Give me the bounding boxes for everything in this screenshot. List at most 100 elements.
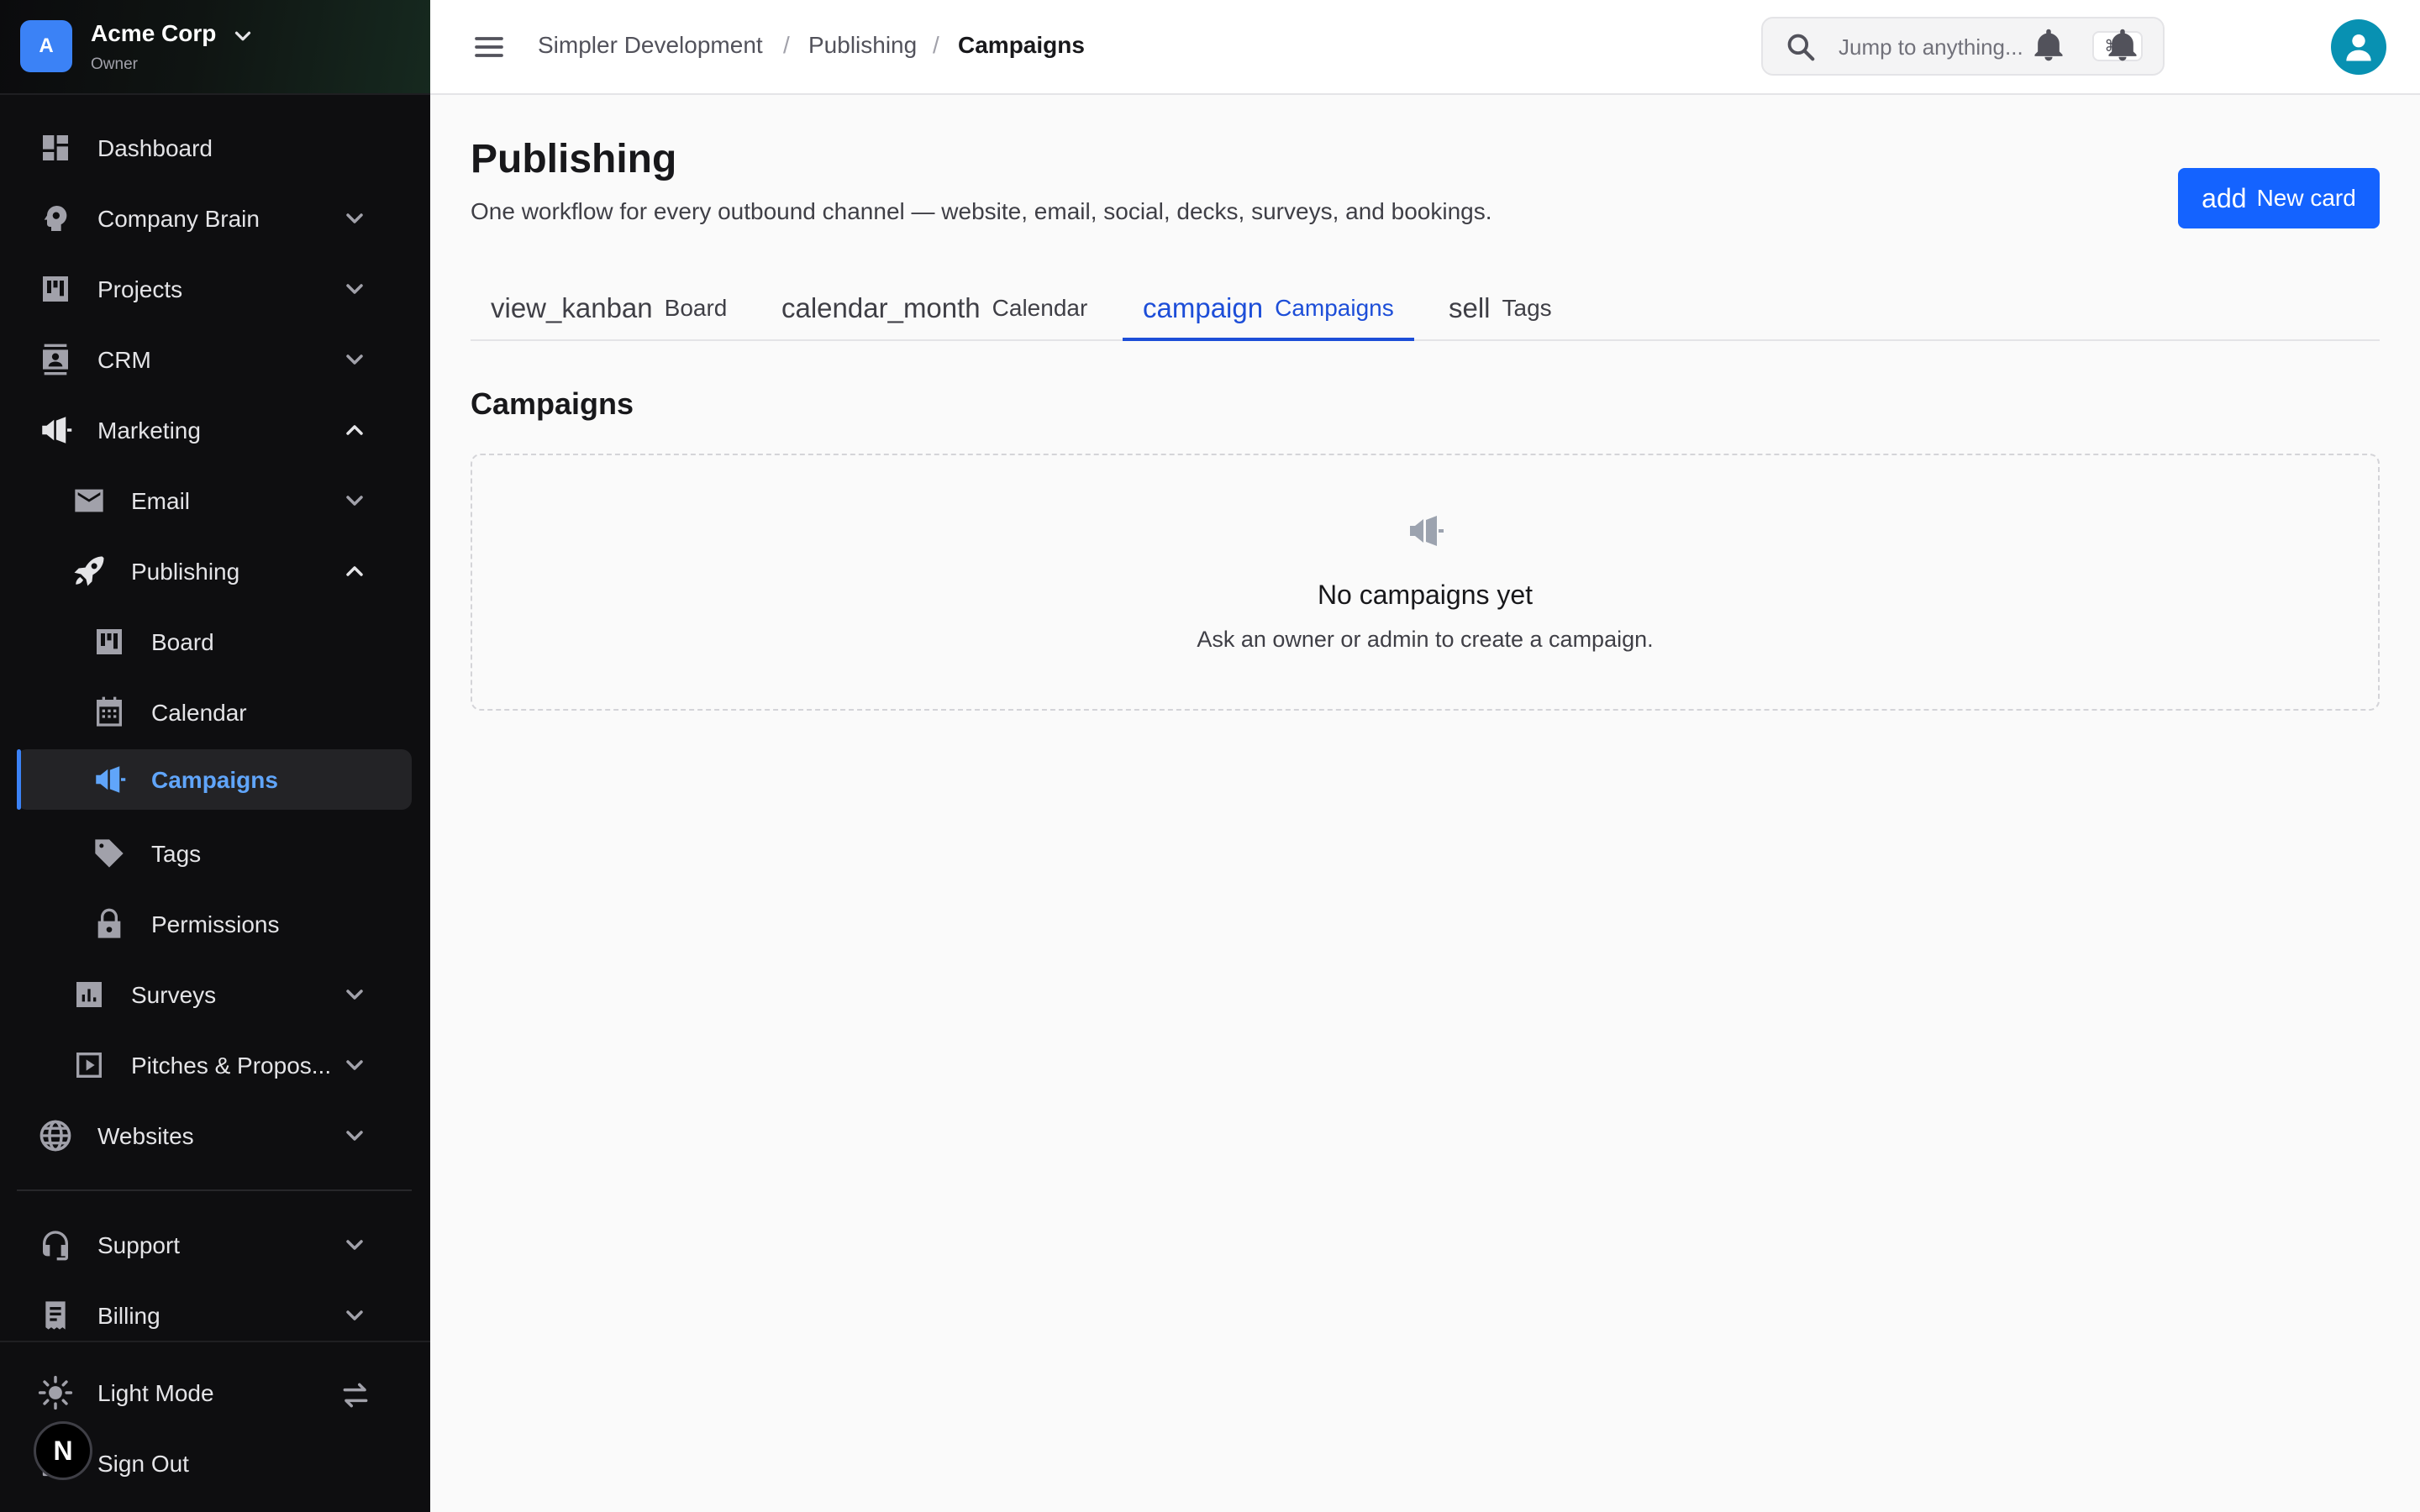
sidebar-item-pitches[interactable]: Pitches & Propos... bbox=[17, 1035, 412, 1095]
megaphone-icon bbox=[91, 761, 128, 798]
breadcrumb-item[interactable]: Simpler Development bbox=[538, 32, 763, 59]
sidebar-item-company-brain[interactable]: Company Brain bbox=[17, 188, 412, 249]
calendar-icon: calendar_month bbox=[781, 292, 981, 323]
new-card-button[interactable]: add New card bbox=[2178, 168, 2380, 228]
breadcrumb-separator: / bbox=[933, 32, 939, 58]
receipt-icon bbox=[37, 1297, 74, 1334]
sidebar-item-label: Company Brain bbox=[97, 206, 260, 232]
dashboard-icon bbox=[37, 129, 74, 166]
sign-out-label: Sign Out bbox=[97, 1451, 189, 1477]
sidebar-item-label: Email bbox=[131, 488, 191, 514]
search-input[interactable]: Jump to anything... bbox=[1839, 34, 2023, 60]
contacts-icon bbox=[37, 341, 74, 378]
sun-icon bbox=[37, 1374, 74, 1411]
kanban-icon bbox=[91, 623, 128, 660]
empty-state-message: Ask an owner or admin to create a campai… bbox=[1197, 627, 1654, 652]
sidebar-divider bbox=[17, 1189, 412, 1191]
org-role: Owner bbox=[91, 55, 138, 73]
tab-campaigns[interactable]: campaign Campaigns bbox=[1123, 277, 1414, 341]
chevron-up-icon bbox=[341, 417, 368, 444]
tag-icon bbox=[91, 835, 128, 872]
sidebar: A Acme Corp Owner Dashboard Company Brai… bbox=[0, 0, 430, 1512]
sidebar-item-label: Calendar bbox=[151, 700, 247, 726]
sidebar-item-marketing[interactable]: Marketing bbox=[17, 400, 412, 460]
sidebar-item-label: CRM bbox=[97, 347, 151, 373]
active-indicator bbox=[17, 749, 21, 810]
breadcrumb-current: Campaigns bbox=[958, 32, 1085, 58]
sidebar-item-permissions[interactable]: Permissions bbox=[17, 894, 412, 954]
chevron-down-icon bbox=[341, 1052, 368, 1079]
sidebar-item-email[interactable]: Email bbox=[17, 470, 412, 531]
org-avatar: A bbox=[20, 20, 72, 72]
breadcrumb-item[interactable]: Publishing bbox=[808, 32, 917, 59]
chevron-down-icon bbox=[341, 981, 368, 1008]
calendar-icon bbox=[91, 694, 128, 731]
new-card-label: New card bbox=[2256, 185, 2356, 211]
bell-icon[interactable] bbox=[2030, 27, 2067, 64]
megaphone-icon bbox=[1405, 511, 1445, 551]
tab-calendar[interactable]: calendar_month Calendar bbox=[781, 277, 1087, 339]
sidebar-item-billing[interactable]: Billing bbox=[17, 1285, 412, 1346]
headset-icon bbox=[37, 1226, 74, 1263]
sidebar-item-projects[interactable]: Projects bbox=[17, 259, 412, 319]
tab-board[interactable]: view_kanban Board bbox=[491, 277, 727, 339]
kanban-icon: view_kanban bbox=[491, 292, 653, 323]
sidebar-item-label: Campaigns bbox=[151, 767, 278, 793]
sidebar-item-publishing[interactable]: Publishing bbox=[17, 541, 412, 601]
sidebar-item-dashboard[interactable]: Dashboard bbox=[17, 118, 412, 178]
kanban-icon bbox=[37, 270, 74, 307]
mail-icon bbox=[71, 482, 108, 519]
menu-icon[interactable] bbox=[472, 30, 506, 64]
sidebar-item-label: Marketing bbox=[97, 417, 201, 444]
search-icon bbox=[1785, 31, 1817, 63]
chevron-down-icon bbox=[341, 205, 368, 232]
sidebar-item-label: Dashboard bbox=[97, 135, 213, 161]
empty-state: No campaigns yet Ask an owner or admin t… bbox=[471, 454, 2380, 711]
section-title: Campaigns bbox=[471, 386, 634, 421]
tab-label: Campaigns bbox=[1275, 295, 1394, 321]
n-badge[interactable]: N bbox=[34, 1421, 92, 1480]
chevron-down-icon bbox=[341, 1302, 368, 1329]
lock-icon bbox=[91, 906, 128, 942]
theme-label: Light Mode bbox=[97, 1380, 214, 1406]
page-title: Publishing bbox=[471, 137, 677, 181]
org-switcher[interactable]: A Acme Corp Owner bbox=[0, 0, 430, 95]
sidebar-item-label: Surveys bbox=[131, 982, 217, 1008]
chevron-down-icon bbox=[230, 24, 255, 49]
add-icon: add bbox=[2202, 182, 2247, 213]
breadcrumb-separator: / bbox=[783, 32, 790, 58]
tab-tags[interactable]: sell Tags bbox=[1449, 277, 1552, 339]
sidebar-item-crm[interactable]: CRM bbox=[17, 329, 412, 390]
sidebar-item-support[interactable]: Support bbox=[17, 1215, 412, 1275]
brain-icon bbox=[37, 200, 74, 237]
tab-label: Board bbox=[664, 295, 728, 321]
globe-icon bbox=[37, 1117, 74, 1154]
sidebar-item-campaigns[interactable]: Campaigns bbox=[17, 749, 412, 810]
tab-label: Tags bbox=[1502, 295, 1552, 321]
sidebar-item-label: Permissions bbox=[151, 911, 280, 937]
sidebar-item-board[interactable]: Board bbox=[17, 612, 412, 672]
sidebar-item-tags[interactable]: Tags bbox=[17, 823, 412, 884]
empty-state-title: No campaigns yet bbox=[1317, 580, 1534, 610]
slideshow-icon bbox=[71, 1047, 108, 1084]
sidebar-item-label: Websites bbox=[97, 1123, 194, 1149]
swap-icon bbox=[339, 1379, 371, 1411]
person-icon bbox=[2346, 34, 2371, 61]
chevron-down-icon bbox=[341, 276, 368, 302]
tag-icon: sell bbox=[1449, 292, 1491, 323]
sidebar-item-label: Pitches & Propos... bbox=[131, 1053, 332, 1079]
page-subtitle: One workflow for every outbound channel … bbox=[471, 198, 1492, 224]
sidebar-item-websites[interactable]: Websites bbox=[17, 1105, 412, 1166]
active-tab-indicator bbox=[1123, 338, 1414, 341]
sidebar-item-label: Billing bbox=[97, 1303, 160, 1329]
user-avatar[interactable] bbox=[2331, 19, 2386, 75]
sidebar-item-calendar[interactable]: Calendar bbox=[17, 682, 412, 743]
megaphone-icon bbox=[37, 412, 74, 449]
chevron-down-icon bbox=[341, 1231, 368, 1258]
theme-toggle[interactable]: Light Mode bbox=[17, 1362, 412, 1423]
sidebar-item-surveys[interactable]: Surveys bbox=[17, 964, 412, 1025]
sidebar-item-label: Publishing bbox=[131, 559, 240, 585]
bell-icon[interactable] bbox=[2104, 27, 2141, 64]
chevron-down-icon bbox=[341, 1122, 368, 1149]
topbar: Simpler Development / Publishing / Campa… bbox=[430, 0, 2420, 95]
